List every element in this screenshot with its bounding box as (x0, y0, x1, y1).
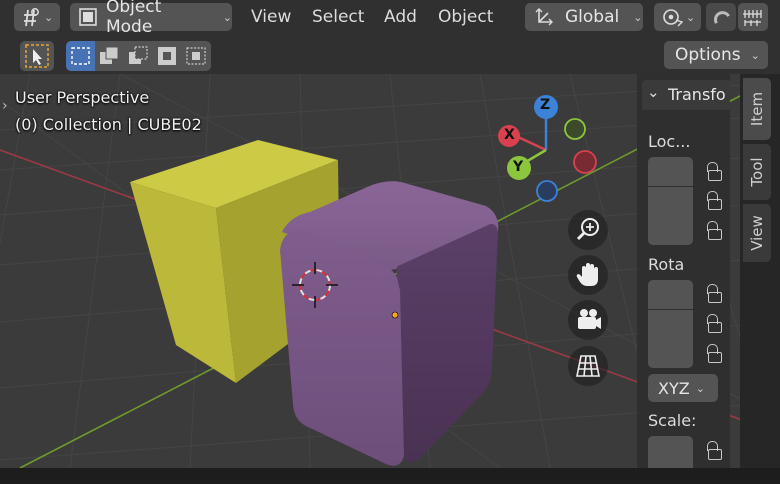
collection-label: (0) Collection | CUBE02 (15, 115, 202, 134)
rotation-label: Rota (648, 255, 685, 274)
chevron-down-icon: ⌄ (44, 10, 54, 24)
options-dropdown[interactable]: Options ⌄ (664, 41, 768, 69)
tab-tool[interactable]: Tool (743, 144, 771, 200)
gizmo-x-label[interactable]: X (504, 127, 515, 143)
grid-perspective-icon (576, 355, 600, 377)
scale-label: Scale: (648, 411, 697, 430)
transform-panel-header[interactable]: ⌄ Transfo (642, 80, 730, 110)
select-extend-icon (100, 46, 119, 64)
object-mode-icon (79, 8, 97, 26)
menu-object[interactable]: Object (438, 5, 493, 29)
header-bar: ⌄ Object Mode ⌄ View Select Add Object G… (0, 0, 780, 37)
ortho-toggle-button[interactable] (568, 346, 608, 386)
select-new-button[interactable] (66, 41, 95, 71)
location-label: Loc... (648, 132, 691, 151)
chevron-down-icon: ⌄ (686, 10, 696, 24)
chevron-down-icon: ⌄ (647, 83, 660, 101)
gizmo-y-label[interactable]: Y (513, 159, 523, 175)
rotation-z-field[interactable] (648, 339, 693, 368)
select-box-tool-icon (25, 44, 49, 68)
location-y-field[interactable] (648, 187, 693, 216)
lock-icon[interactable] (707, 314, 722, 333)
select-intersect-button[interactable] (182, 41, 211, 71)
tab-view[interactable]: View (743, 204, 771, 262)
chevron-down-icon: ⌄ (695, 381, 705, 395)
pivot-point-icon (663, 9, 684, 27)
rotation-mode-label: XYZ (658, 378, 690, 398)
tab-view-label: View (748, 215, 766, 251)
select-subtract-icon (129, 46, 148, 64)
location-x-field[interactable] (648, 157, 693, 186)
rotation-x-field[interactable] (648, 280, 693, 309)
x-neg-handle (573, 150, 597, 174)
camera-view-button[interactable] (568, 300, 608, 340)
lock-icon[interactable] (707, 344, 722, 363)
sidebar-expand-arrow[interactable]: › (2, 98, 8, 114)
select-new-icon (71, 47, 90, 65)
view3d-editor-icon (24, 8, 39, 27)
select-invert-button[interactable] (153, 41, 182, 71)
lock-icon[interactable] (707, 191, 722, 210)
select-subtract-button[interactable] (124, 41, 153, 71)
tool-settings-bar: Options ⌄ (0, 36, 780, 74)
select-extend-button[interactable] (95, 41, 124, 71)
navigation-gizmo-lines (517, 118, 548, 165)
chevron-down-icon: ⌄ (750, 48, 760, 62)
zoom-icon (576, 218, 599, 241)
y-neg-handle (564, 118, 586, 140)
camera-icon (578, 309, 601, 329)
hand-icon (576, 263, 598, 286)
menu-view[interactable]: View (251, 5, 291, 29)
menu-select[interactable]: Select (312, 5, 364, 29)
scale-x-field[interactable] (648, 436, 693, 468)
sidebar-tabs: Item Tool View (740, 74, 780, 468)
transform-orientation-dropdown[interactable]: Global ⌄ (525, 3, 643, 31)
z-neg-handle (536, 180, 558, 202)
tab-item-label: Item (748, 91, 766, 127)
select-intersect-icon (186, 47, 206, 65)
lock-icon[interactable] (707, 441, 722, 460)
options-label: Options (675, 45, 741, 65)
perspective-label: User Perspective (15, 88, 150, 107)
rotation-mode-dropdown[interactable]: XYZ ⌄ (648, 374, 718, 402)
tab-tool-label: Tool (748, 157, 766, 187)
gizmo-z-label[interactable]: Z (540, 97, 550, 113)
mode-label: Object Mode (105, 0, 162, 37)
status-bar (0, 468, 780, 484)
tab-item[interactable]: Item (743, 78, 771, 140)
snap-toggle[interactable] (706, 3, 736, 31)
magnet-icon (714, 11, 730, 24)
rotation-y-field[interactable] (648, 310, 693, 339)
object-origin (391, 311, 399, 319)
chevron-down-icon: ⌄ (222, 10, 232, 24)
orientation-axes-icon (535, 8, 553, 26)
pan-button[interactable] (568, 255, 608, 295)
lock-icon[interactable] (707, 284, 722, 303)
transform-panel-title: Transfo (668, 85, 726, 104)
3d-viewport[interactable]: Z X Y › User Perspective (0) Collection … (0, 74, 742, 468)
editor-type-button[interactable]: ⌄ (14, 3, 60, 31)
selection-mode-group (66, 41, 211, 71)
chevron-down-icon: ⌄ (633, 10, 643, 24)
lock-icon[interactable] (707, 162, 722, 181)
location-z-field[interactable] (648, 216, 693, 245)
active-tool-button[interactable] (20, 41, 54, 71)
select-invert-icon (158, 47, 176, 65)
snap-increment-icon (743, 10, 762, 26)
zoom-button[interactable] (568, 210, 608, 250)
orientation-label: Global (565, 7, 620, 27)
mode-dropdown[interactable]: Object Mode ⌄ (70, 0, 232, 37)
menu-add[interactable]: Add (384, 5, 417, 29)
pivot-point-dropdown[interactable]: ⌄ (654, 3, 701, 31)
purple-cube (280, 181, 499, 466)
lock-icon[interactable] (707, 221, 722, 240)
snap-increment-button[interactable] (738, 3, 768, 31)
